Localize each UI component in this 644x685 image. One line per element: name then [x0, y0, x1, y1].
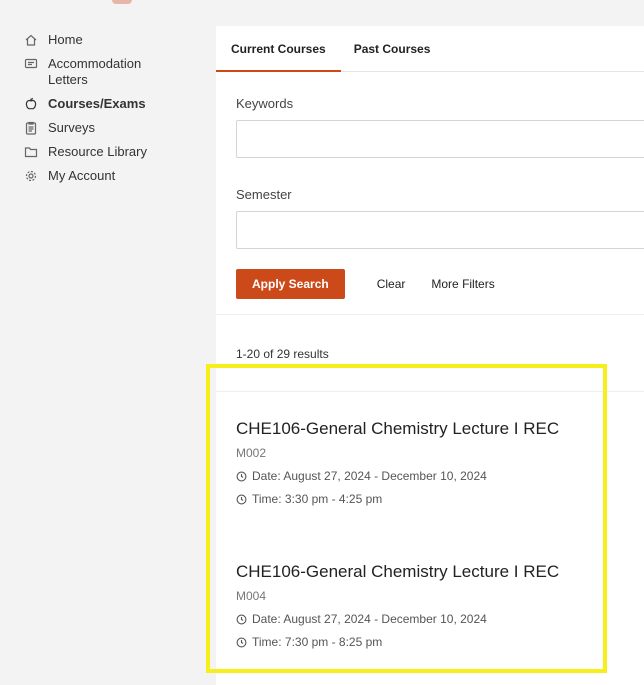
letter-icon	[24, 57, 38, 71]
semester-group: Semester	[236, 187, 644, 249]
apple-icon	[24, 97, 38, 111]
sidebar-item-resource-library[interactable]: Resource Library	[0, 140, 200, 164]
course-card[interactable]: CHE106-General Chemistry Lecture I REC M…	[236, 419, 636, 506]
course-date-text: Date: August 27, 2024 - December 10, 202…	[252, 612, 487, 626]
course-date: Date: August 27, 2024 - December 10, 202…	[236, 612, 636, 626]
more-filters-button[interactable]: More Filters	[431, 277, 494, 291]
clock-icon	[236, 471, 247, 481]
semester-input[interactable]	[236, 211, 644, 249]
tab-current-courses[interactable]: Current Courses	[216, 26, 341, 72]
gear-icon	[24, 169, 38, 183]
courses-panel: Current Courses Past Courses Keywords Se…	[216, 26, 644, 685]
course-time: Time: 7:30 pm - 8:25 pm	[236, 635, 636, 649]
sidebar-item-label: My Account	[48, 168, 116, 183]
sidebar-item-label: Home	[48, 32, 83, 47]
clock-icon	[236, 614, 247, 624]
course-time-text: Time: 3:30 pm - 4:25 pm	[252, 492, 383, 506]
keywords-group: Keywords	[236, 96, 644, 158]
filter-buttons: Apply Search Clear More Filters	[236, 269, 644, 299]
sidebar-item-my-account[interactable]: My Account	[0, 164, 200, 188]
course-date: Date: August 27, 2024 - December 10, 202…	[236, 469, 636, 483]
divider	[216, 314, 644, 315]
clear-button[interactable]: Clear	[377, 277, 406, 291]
course-title[interactable]: CHE106-General Chemistry Lecture I REC	[236, 419, 636, 439]
sidebar-item-courses-exams[interactable]: Courses/Exams	[0, 92, 200, 116]
course-title[interactable]: CHE106-General Chemistry Lecture I REC	[236, 562, 636, 582]
course-date-text: Date: August 27, 2024 - December 10, 202…	[252, 469, 487, 483]
clock-icon	[236, 494, 247, 504]
tab-past-courses[interactable]: Past Courses	[353, 26, 432, 71]
clipboard-icon	[24, 121, 38, 135]
search-filters: Keywords Semester Apply Search Clear Mor…	[216, 72, 644, 299]
logo-fragment	[112, 0, 132, 4]
folder-icon	[24, 145, 38, 159]
sidebar-nav: Home Accommodation Letters Courses/Exams…	[0, 28, 200, 188]
course-code: M002	[236, 446, 267, 460]
sidebar-item-home[interactable]: Home	[0, 28, 200, 52]
sidebar-item-accommodation-letters[interactable]: Accommodation Letters	[0, 52, 200, 92]
sidebar-item-surveys[interactable]: Surveys	[0, 116, 200, 140]
clock-icon	[236, 637, 247, 647]
course-time: Time: 3:30 pm - 4:25 pm	[236, 492, 636, 506]
course-time-text: Time: 7:30 pm - 8:25 pm	[252, 635, 383, 649]
sidebar-item-label: Courses/Exams	[48, 96, 146, 111]
semester-label: Semester	[236, 187, 292, 202]
sidebar-item-label: Resource Library	[48, 144, 147, 159]
sidebar-item-label: Surveys	[48, 120, 95, 135]
sidebar-item-label: Accommodation Letters	[48, 56, 142, 87]
apply-search-button[interactable]: Apply Search	[236, 269, 345, 299]
results-count: 1-20 of 29 results	[236, 347, 329, 361]
home-icon	[24, 33, 38, 47]
course-code: M004	[236, 589, 267, 603]
course-card[interactable]: CHE106-General Chemistry Lecture I REC M…	[236, 562, 636, 649]
keywords-label: Keywords	[236, 96, 294, 111]
divider	[216, 391, 644, 392]
keywords-input[interactable]	[236, 120, 644, 158]
course-tabs: Current Courses Past Courses	[216, 26, 644, 72]
